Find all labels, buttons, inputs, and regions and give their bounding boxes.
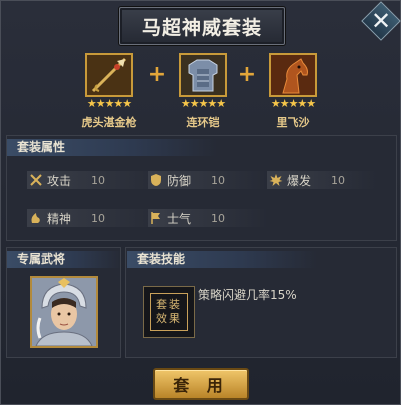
- set-skill-description: 策略闪避几率15%: [198, 288, 297, 302]
- set-effect-icon-text-bottom: 效果: [156, 312, 182, 325]
- stat-attack: 攻击 10: [29, 171, 105, 189]
- exclusive-general-header: 专属武将: [7, 251, 122, 268]
- set-attributes-header: 套装属性: [7, 139, 217, 156]
- item-2-stars: ★★★★★: [180, 97, 226, 110]
- close-icon[interactable]: ✕: [367, 5, 395, 37]
- armor-icon[interactable]: [179, 53, 227, 97]
- stat-burst: 爆发 10: [269, 171, 345, 189]
- stat-burst-name: 爆发: [287, 173, 312, 188]
- crossed-swords-icon: [30, 174, 42, 186]
- set-skill-header: 套装技能: [127, 251, 317, 268]
- set-item-3[interactable]: ★★★★★ 里飞沙: [253, 53, 333, 130]
- stat-defense: 防御 10: [149, 171, 225, 189]
- apply-button[interactable]: 套 用: [153, 368, 249, 400]
- shield-icon: [151, 174, 161, 186]
- item-1-name: 虎头湛金枪: [81, 116, 137, 129]
- equipment-set-panel: 马超神威套装 ✕ ★★★★★ 虎头湛金枪 + ★★★★★ 连环铠 + ★★★★★…: [0, 0, 401, 405]
- spear-icon[interactable]: [85, 53, 133, 97]
- item-1-stars: ★★★★★: [86, 97, 132, 110]
- stat-spirit-name: 精神: [47, 211, 72, 226]
- spirit-icon: [31, 213, 40, 223]
- stat-attack-value: 10: [91, 173, 105, 187]
- stat-attack-name: 攻击: [47, 173, 72, 188]
- set-item-1[interactable]: ★★★★★ 虎头湛金枪: [69, 53, 149, 130]
- stat-spirit: 精神 10: [29, 209, 105, 227]
- stat-defense-value: 10: [211, 173, 225, 187]
- general-portrait[interactable]: [30, 276, 98, 348]
- set-item-2[interactable]: ★★★★★ 连环铠: [163, 53, 243, 130]
- stat-spirit-value: 10: [91, 211, 105, 225]
- item-3-stars: ★★★★★: [270, 97, 316, 110]
- item-3-name: 里飞沙: [276, 116, 310, 129]
- stat-morale-name: 士气: [167, 211, 192, 226]
- panel-title: 马超神威套装: [141, 16, 262, 39]
- burst-icon: [269, 174, 283, 186]
- item-2-name: 连环铠: [186, 116, 220, 129]
- stat-morale-value: 10: [211, 211, 225, 225]
- apply-button-label: 套 用: [173, 376, 229, 395]
- set-effect-icon-text-top: 套装: [156, 298, 182, 311]
- horse-icon[interactable]: [269, 53, 317, 97]
- title-plate: 马超神威套装: [119, 7, 285, 45]
- banner-icon: [151, 212, 160, 224]
- stat-defense-name: 防御: [167, 173, 192, 188]
- stat-morale: 士气 10: [149, 209, 225, 227]
- set-effect-icon[interactable]: 套装 效果: [143, 286, 195, 338]
- stat-burst-value: 10: [331, 173, 345, 187]
